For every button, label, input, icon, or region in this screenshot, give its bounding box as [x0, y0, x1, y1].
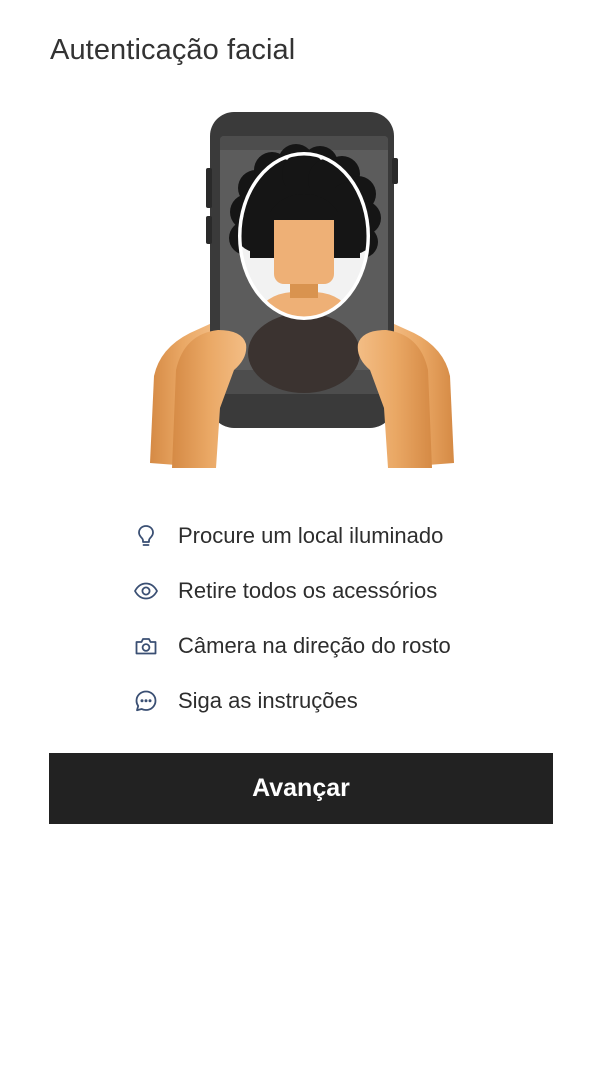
page-title: Autenticação facial [50, 34, 296, 66]
next-button[interactable]: Avançar [49, 753, 553, 824]
tip-item-accessories: Retire todos os acessórios [130, 563, 550, 618]
tips-list: Procure um local iluminado Retire todos … [130, 508, 550, 728]
tip-label: Siga as instruções [178, 687, 358, 713]
eye-icon [130, 575, 162, 607]
chat-bubble-icon [130, 685, 162, 717]
camera-icon [130, 630, 162, 662]
phone-selfie-illustration [150, 108, 454, 468]
tip-label: Retire todos os acessórios [178, 577, 438, 603]
tip-label: Procure um local iluminado [178, 522, 444, 548]
tip-item-camera: Câmera na direção do rosto [130, 618, 550, 673]
tip-label: Câmera na direção do rosto [178, 632, 451, 658]
tip-item-lighting: Procure um local iluminado [130, 508, 550, 563]
lightbulb-icon [130, 520, 162, 552]
tip-item-instructions: Siga as instruções [130, 673, 550, 728]
